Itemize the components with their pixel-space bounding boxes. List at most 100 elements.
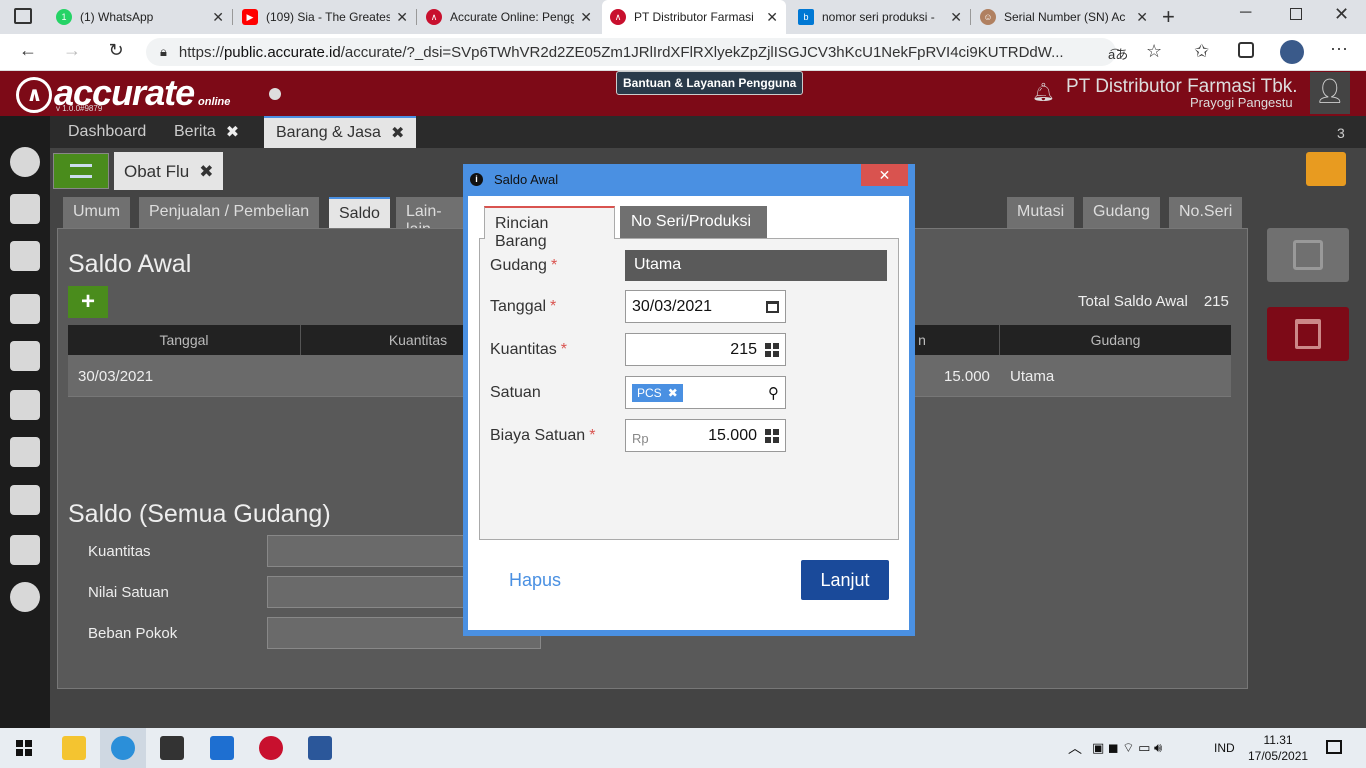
close-icon[interactable]: ✖ — [199, 162, 213, 181]
logo-subtitle: online — [198, 96, 231, 108]
lock-icon: 🔒︎ — [160, 44, 167, 59]
ledger-icon[interactable] — [10, 241, 40, 271]
favorites-icon[interactable]: ✩ — [1194, 41, 1209, 62]
hapus-button[interactable]: Hapus — [509, 570, 561, 591]
version-label: v 1.0.0#9879 — [56, 104, 103, 113]
file-explorer-icon[interactable] — [62, 736, 86, 760]
tax-icon[interactable] — [10, 535, 40, 565]
open-tab-count[interactable]: 3 — [1337, 125, 1345, 141]
close-icon[interactable]: ✕ — [212, 9, 224, 26]
lanjut-button[interactable]: Lanjut — [801, 560, 889, 600]
browser-tab-active[interactable]: ∧ PT Distributor Farmasi ✕ — [602, 0, 786, 34]
remove-chip-icon[interactable]: ✖ — [668, 386, 678, 400]
calculator-icon[interactable] — [765, 342, 779, 357]
store-icon[interactable] — [160, 736, 184, 760]
user-avatar-icon[interactable]: 👤︎ — [1310, 72, 1350, 114]
browser-tab-bing[interactable]: b nomor seri produksi - ✕ — [790, 0, 970, 34]
status-dot-icon — [269, 88, 281, 100]
tanggal-input[interactable]: 30/03/2021 — [625, 290, 786, 323]
mail-icon[interactable] — [210, 736, 234, 760]
url-input[interactable]: 🔒︎ https://public.accurate.id/accurate/?… — [146, 38, 1116, 66]
close-icon[interactable]: ✕ — [1136, 9, 1148, 26]
browser-tab-whatsapp[interactable]: 1 (1) WhatsApp ✕ — [48, 0, 232, 34]
dialog-close-button[interactable]: ✕ — [861, 164, 908, 186]
close-icon[interactable]: ✕ — [580, 9, 592, 26]
reload-icon[interactable]: ↻ — [104, 40, 128, 61]
new-tab-button[interactable]: + — [1162, 4, 1175, 30]
subtab-gudang[interactable]: Gudang — [1083, 197, 1160, 228]
tab-actions-icon[interactable] — [14, 8, 32, 24]
add-button[interactable]: + — [68, 286, 108, 318]
subtab-umum[interactable]: Umum — [63, 197, 131, 228]
close-icon[interactable]: ✖ — [391, 123, 404, 143]
windows-start-icon[interactable] — [16, 740, 32, 756]
satuan-input[interactable]: PCS ✖ ⚲ — [625, 376, 786, 409]
close-icon[interactable]: ✕ — [766, 9, 778, 26]
shopping-bag-icon[interactable] — [10, 390, 40, 420]
delete-button[interactable] — [1267, 307, 1349, 361]
subtab-mutasi[interactable]: Mutasi — [1007, 197, 1075, 228]
calendar-icon[interactable] — [766, 300, 779, 313]
notification-icon[interactable] — [1326, 740, 1342, 754]
restore-button[interactable] — [1290, 8, 1302, 20]
word-icon[interactable] — [308, 736, 332, 760]
search-icon[interactable]: ⚲ — [768, 384, 779, 402]
pin-icon[interactable] — [1306, 152, 1346, 186]
browser-tab-accurate[interactable]: ∧Accurate Online: Pengguna✕ — [418, 0, 600, 34]
bell-icon[interactable]: 🔔︎ — [1032, 82, 1055, 103]
section-title: Saldo (Semua Gudang) — [68, 500, 331, 528]
forward-icon[interactable]: → — [60, 40, 84, 61]
satuan-label: Satuan — [490, 384, 541, 401]
kuantitas-input[interactable]: 215 — [625, 333, 786, 366]
gudang-field: Utama — [625, 250, 887, 281]
biaya-satuan-label: Biaya Satuan * — [490, 427, 596, 444]
menu-icon[interactable]: ··· — [1330, 38, 1348, 59]
cart-icon[interactable] — [10, 341, 40, 371]
help-button[interactable]: Bantuan & Layanan Pengguna — [616, 71, 804, 95]
biaya-satuan-input[interactable]: Rp 15.000 — [625, 419, 786, 452]
tab-rincian-barang[interactable]: Rincian Barang — [484, 206, 615, 250]
subtab-noseri[interactable]: No.Seri — [1169, 197, 1243, 228]
item-tab[interactable]: Obat Flu ✖ — [114, 152, 224, 190]
accurate-logo[interactable]: ∧ accurate — [16, 72, 195, 114]
gear-icon[interactable] — [10, 147, 40, 177]
pie-chart-icon[interactable] — [10, 582, 40, 612]
field-label: Beban Pokok — [88, 625, 178, 642]
browser-tab-youtube[interactable]: ▶ (109) Sia - The Greatest ✕ — [234, 0, 416, 34]
profile-avatar[interactable] — [1280, 40, 1304, 64]
close-icon[interactable]: ✕ — [950, 9, 962, 26]
tab-barang-jasa[interactable]: Barang & Jasa ✖ — [264, 116, 417, 148]
chevron-up-icon[interactable]: ︿ — [1068, 738, 1082, 758]
close-window-button[interactable]: ✕ — [1334, 4, 1349, 25]
trash-icon — [1295, 319, 1321, 349]
read-aloud-icon[interactable]: a͡あ — [1108, 44, 1128, 63]
collections-icon[interactable] — [1238, 42, 1254, 58]
system-tray-icons[interactable]: ▣ ◼ ⌔ ▭ 🔊︎ — [1092, 740, 1162, 756]
building-icon[interactable] — [10, 485, 40, 515]
subtab-penjualan[interactable]: Penjualan / Pembelian — [139, 197, 320, 228]
browser-tab-serial[interactable]: ☺ Serial Number (SN) Ac ✕ — [972, 0, 1156, 34]
clock[interactable]: 11.31 17/05/2021 — [1248, 732, 1308, 764]
minimize-button[interactable]: ─ — [1240, 4, 1251, 22]
list-button[interactable] — [53, 153, 109, 189]
language-indicator[interactable]: IND — [1214, 741, 1235, 755]
inventory-icon[interactable] — [10, 437, 40, 467]
favorite-icon[interactable]: ☆ — [1146, 41, 1162, 62]
tab-berita[interactable]: Berita ✖ — [162, 116, 251, 148]
save-button[interactable] — [1267, 228, 1349, 282]
cell-gudang: Utama — [1010, 368, 1055, 385]
tab-no-seri-produksi[interactable]: No Seri/Produksi — [620, 206, 767, 238]
tab-dashboard[interactable]: Dashboard — [56, 116, 158, 148]
edge-icon[interactable] — [111, 736, 135, 760]
close-icon[interactable]: ✖ — [226, 122, 239, 142]
apps-icon[interactable] — [10, 194, 40, 224]
accurate-app-icon[interactable] — [259, 736, 283, 760]
info-icon: i — [470, 173, 483, 186]
tanggal-label: Tanggal * — [490, 298, 557, 315]
subtab-lain[interactable]: Lain-lain — [396, 197, 464, 228]
subtab-saldo[interactable]: Saldo — [329, 197, 390, 228]
back-icon[interactable]: ← — [16, 40, 40, 61]
close-icon[interactable]: ✕ — [396, 9, 408, 26]
calculator-icon[interactable] — [765, 428, 779, 443]
wallet-icon[interactable] — [10, 294, 40, 324]
